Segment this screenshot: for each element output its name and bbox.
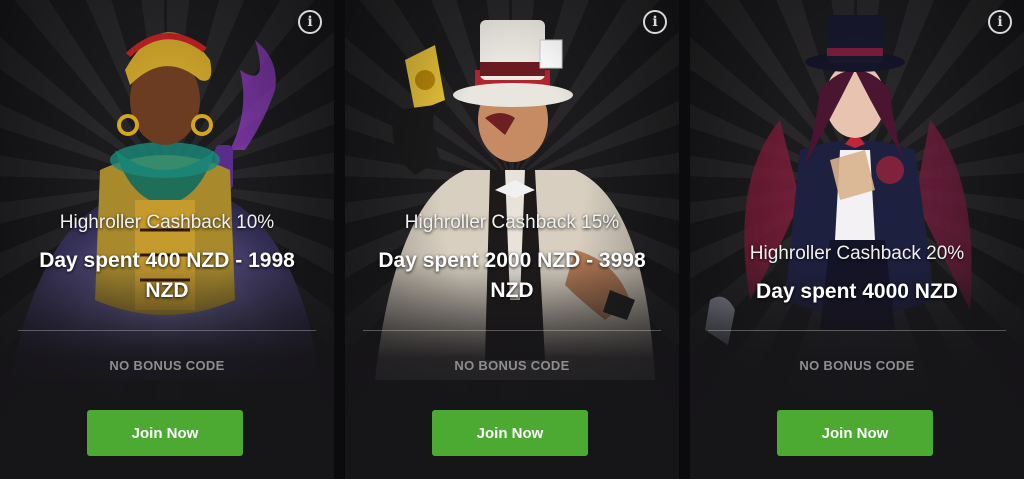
promo-title: Day spent 4000 NZD bbox=[756, 280, 958, 303]
join-now-button[interactable]: Join Now bbox=[777, 410, 933, 456]
promo-card-cashback-10: i Highroller Cashback 10% Day spent 400 … bbox=[0, 0, 334, 479]
promo-subtitle: Highroller Cashback 20% bbox=[749, 243, 965, 264]
promo-cards-row: i Highroller Cashback 10% Day spent 400 … bbox=[0, 0, 1024, 479]
divider bbox=[708, 330, 1006, 331]
bonus-code-label: NO BONUS CODE bbox=[454, 358, 570, 373]
promo-card-cashback-20: i Highroller Cashback 20% Day spent 4000… bbox=[690, 0, 1024, 479]
divider bbox=[18, 330, 316, 331]
divider bbox=[363, 330, 661, 331]
promo-subtitle: Highroller Cashback 10% bbox=[59, 212, 275, 233]
promo-title: Day spent 400 NZD - 1998 NZD bbox=[39, 249, 295, 302]
promo-subtitle: Highroller Cashback 15% bbox=[404, 212, 620, 233]
join-now-button[interactable]: Join Now bbox=[87, 410, 243, 456]
info-icon[interactable]: i bbox=[643, 10, 667, 34]
info-icon[interactable]: i bbox=[988, 10, 1012, 34]
promo-card-cashback-15: i Highroller Cashback 15% Day spent 2000… bbox=[345, 0, 679, 479]
promo-title: Day spent 2000 NZD - 3998 NZD bbox=[378, 249, 646, 302]
join-now-button[interactable]: Join Now bbox=[432, 410, 588, 456]
bonus-code-label: NO BONUS CODE bbox=[109, 358, 225, 373]
bonus-code-label: NO BONUS CODE bbox=[799, 358, 915, 373]
info-icon[interactable]: i bbox=[298, 10, 322, 34]
